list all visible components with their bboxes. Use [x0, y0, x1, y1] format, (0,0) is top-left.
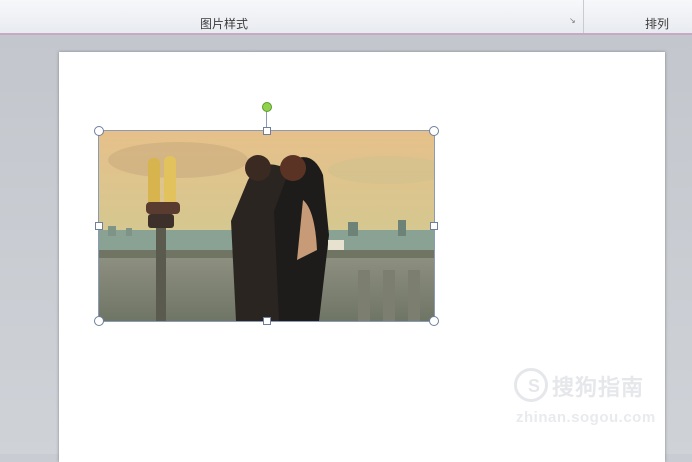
sogou-logo-icon: S [514, 368, 548, 402]
resize-handle-top[interactable] [263, 127, 271, 135]
watermark-url: zhinan.sogou.com [516, 409, 656, 426]
resize-handle-right[interactable] [430, 222, 438, 230]
selected-picture[interactable] [98, 130, 434, 321]
dialog-launcher-icon[interactable]: ↘ [569, 17, 577, 25]
resize-handle-bottom-left[interactable] [94, 316, 104, 326]
resize-handle-left[interactable] [95, 222, 103, 230]
couple-kissing-photo [98, 130, 434, 321]
resize-handle-top-left[interactable] [94, 126, 104, 136]
watermark-title: 搜狗指南 [552, 375, 645, 400]
ribbon-divider [583, 0, 584, 33]
ribbon-bar: 图片样式 ↘ 排列 [0, 0, 692, 35]
sogou-watermark: S 搜狗指南 zhinan.sogou.com [514, 368, 674, 428]
resize-handle-bottom[interactable] [263, 317, 271, 325]
group-label-arrange: 排列 [645, 17, 670, 31]
rotate-handle-icon[interactable] [262, 102, 272, 112]
logo-glyph: S [527, 376, 540, 396]
group-label-picture-styles: 图片样式 [200, 17, 249, 31]
resize-handle-bottom-right[interactable] [429, 316, 439, 326]
resize-handle-top-right[interactable] [429, 126, 439, 136]
